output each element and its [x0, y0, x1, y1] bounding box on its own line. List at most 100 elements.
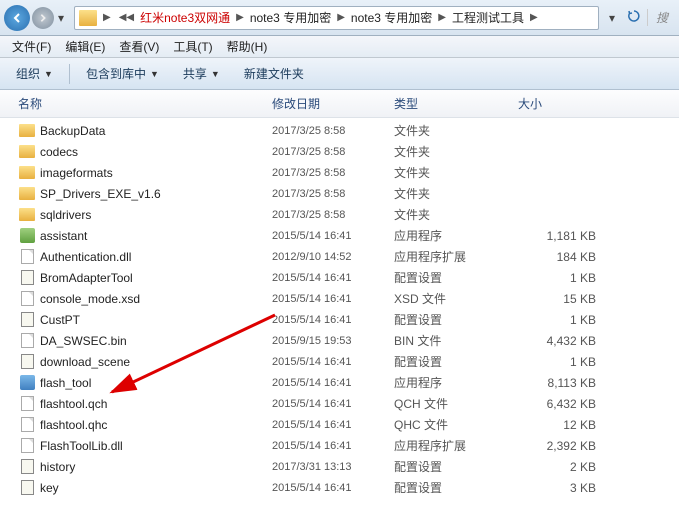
column-headers: 名称 修改日期 类型 大小 [0, 90, 679, 118]
file-date: 2017/3/25 8:58 [272, 209, 394, 221]
file-date: 2015/5/14 16:41 [272, 482, 394, 494]
file-type: QCH 文件 [394, 395, 518, 412]
file-size: 1 KB [518, 313, 604, 327]
history-dropdown[interactable]: ▾ [58, 11, 70, 25]
file-row[interactable]: flashtool.qch2015/5/14 16:41QCH 文件6,432 … [0, 393, 679, 414]
column-name[interactable]: 名称 [18, 95, 272, 112]
file-row[interactable]: key2015/5/14 16:41配置设置3 KB [0, 477, 679, 498]
file-type-icon [18, 333, 36, 349]
file-name: BromAdapterTool [40, 271, 272, 285]
file-type: 配置设置 [394, 269, 518, 286]
chevron-right-icon: ▶ [526, 12, 542, 23]
file-row[interactable]: download_scene2015/5/14 16:41配置设置1 KB [0, 351, 679, 372]
file-type: 文件夹 [394, 164, 518, 181]
file-type: BIN 文件 [394, 332, 518, 349]
menu-tools[interactable]: 工具(T) [167, 36, 218, 57]
location-dropdown[interactable]: ▾ [609, 11, 621, 25]
share-button[interactable]: 共享▼ [175, 61, 228, 86]
back-button[interactable] [4, 5, 30, 31]
folder-icon [79, 10, 97, 26]
file-date: 2017/3/31 13:13 [272, 461, 394, 473]
file-size: 2 KB [518, 460, 604, 474]
file-row[interactable]: codecs2017/3/25 8:58文件夹 [0, 141, 679, 162]
file-name: DA_SWSEC.bin [40, 334, 272, 348]
file-date: 2015/5/14 16:41 [272, 419, 394, 431]
column-size[interactable]: 大小 [518, 95, 608, 112]
file-type-icon [18, 375, 36, 391]
file-size: 8,113 KB [518, 376, 604, 390]
column-type[interactable]: 类型 [394, 95, 518, 112]
menu-help[interactable]: 帮助(H) [221, 36, 274, 57]
menu-file[interactable]: 文件(F) [6, 36, 57, 57]
file-row[interactable]: flash_tool2015/5/14 16:41应用程序8,113 KB [0, 372, 679, 393]
file-name: history [40, 460, 272, 474]
search-input[interactable]: 搜 [647, 9, 675, 26]
file-name: flashtool.qch [40, 397, 272, 411]
file-row[interactable]: DA_SWSEC.bin2015/9/15 19:53BIN 文件4,432 K… [0, 330, 679, 351]
file-type: 应用程序 [394, 227, 518, 244]
file-row[interactable]: FlashToolLib.dll2015/5/14 16:41应用程序扩展2,3… [0, 435, 679, 456]
breadcrumb-item[interactable]: 红米note3双网通 [138, 9, 232, 26]
include-library-button[interactable]: 包含到库中▼ [78, 61, 167, 86]
file-date: 2015/5/14 16:41 [272, 230, 394, 242]
file-type: 文件夹 [394, 122, 518, 139]
file-name: download_scene [40, 355, 272, 369]
file-row[interactable]: history2017/3/31 13:13配置设置2 KB [0, 456, 679, 477]
file-type-icon [18, 249, 36, 265]
file-type: 配置设置 [394, 353, 518, 370]
file-type: 文件夹 [394, 206, 518, 223]
file-type-icon [18, 123, 36, 139]
file-row[interactable]: console_mode.xsd2015/5/14 16:41XSD 文件15 … [0, 288, 679, 309]
breadcrumb-item[interactable]: 工程测试工具 [450, 9, 526, 26]
chevron-right-icon: ▶ [434, 12, 450, 23]
file-size: 1,181 KB [518, 229, 604, 243]
file-row[interactable]: SP_Drivers_EXE_v1.62017/3/25 8:58文件夹 [0, 183, 679, 204]
organize-button[interactable]: 组织▼ [8, 61, 61, 86]
breadcrumb-item[interactable]: note3 专用加密 [349, 9, 434, 26]
file-type: 应用程序扩展 [394, 437, 518, 454]
menu-edit[interactable]: 编辑(E) [59, 36, 111, 57]
refresh-icon[interactable] [627, 9, 641, 26]
file-row[interactable]: CustPT2015/5/14 16:41配置设置1 KB [0, 309, 679, 330]
forward-button[interactable] [32, 7, 54, 29]
breadcrumb-item[interactable]: note3 专用加密 [248, 9, 333, 26]
file-type: 文件夹 [394, 143, 518, 160]
column-date[interactable]: 修改日期 [272, 95, 394, 112]
file-type-icon [18, 291, 36, 307]
file-date: 2015/5/14 16:41 [272, 440, 394, 452]
breadcrumb[interactable]: ▶ ◀◀ 红米note3双网通 ▶ note3 专用加密 ▶ note3 专用加… [74, 6, 599, 30]
file-type-icon [18, 459, 36, 475]
file-name: Authentication.dll [40, 250, 272, 264]
file-row[interactable]: BackupData2017/3/25 8:58文件夹 [0, 120, 679, 141]
file-type-icon [18, 396, 36, 412]
file-size: 12 KB [518, 418, 604, 432]
file-size: 3 KB [518, 481, 604, 495]
file-row[interactable]: assistant2015/5/14 16:41应用程序1,181 KB [0, 225, 679, 246]
file-type-icon [18, 207, 36, 223]
file-row[interactable]: Authentication.dll2012/9/10 14:52应用程序扩展1… [0, 246, 679, 267]
file-size: 1 KB [518, 355, 604, 369]
file-type-icon [18, 228, 36, 244]
file-date: 2015/5/14 16:41 [272, 356, 394, 368]
file-type: 应用程序 [394, 374, 518, 391]
file-row[interactable]: imageformats2017/3/25 8:58文件夹 [0, 162, 679, 183]
file-row[interactable]: flashtool.qhc2015/5/14 16:41QHC 文件12 KB [0, 414, 679, 435]
file-row[interactable]: BromAdapterTool2015/5/14 16:41配置设置1 KB [0, 267, 679, 288]
file-row[interactable]: sqldrivers2017/3/25 8:58文件夹 [0, 204, 679, 225]
file-name: codecs [40, 145, 272, 159]
new-folder-button[interactable]: 新建文件夹 [236, 61, 312, 86]
file-name: imageformats [40, 166, 272, 180]
file-name: SP_Drivers_EXE_v1.6 [40, 187, 272, 201]
file-list: BackupData2017/3/25 8:58文件夹codecs2017/3/… [0, 118, 679, 500]
file-name: BackupData [40, 124, 272, 138]
file-size: 4,432 KB [518, 334, 604, 348]
file-type: 配置设置 [394, 311, 518, 328]
file-type-icon [18, 480, 36, 496]
file-date: 2012/9/10 14:52 [272, 251, 394, 263]
file-name: console_mode.xsd [40, 292, 272, 306]
file-size: 2,392 KB [518, 439, 604, 453]
file-type-icon [18, 144, 36, 160]
chevron-left-icon[interactable]: ◀◀ [115, 12, 138, 23]
menu-view[interactable]: 查看(V) [113, 36, 165, 57]
file-date: 2017/3/25 8:58 [272, 167, 394, 179]
